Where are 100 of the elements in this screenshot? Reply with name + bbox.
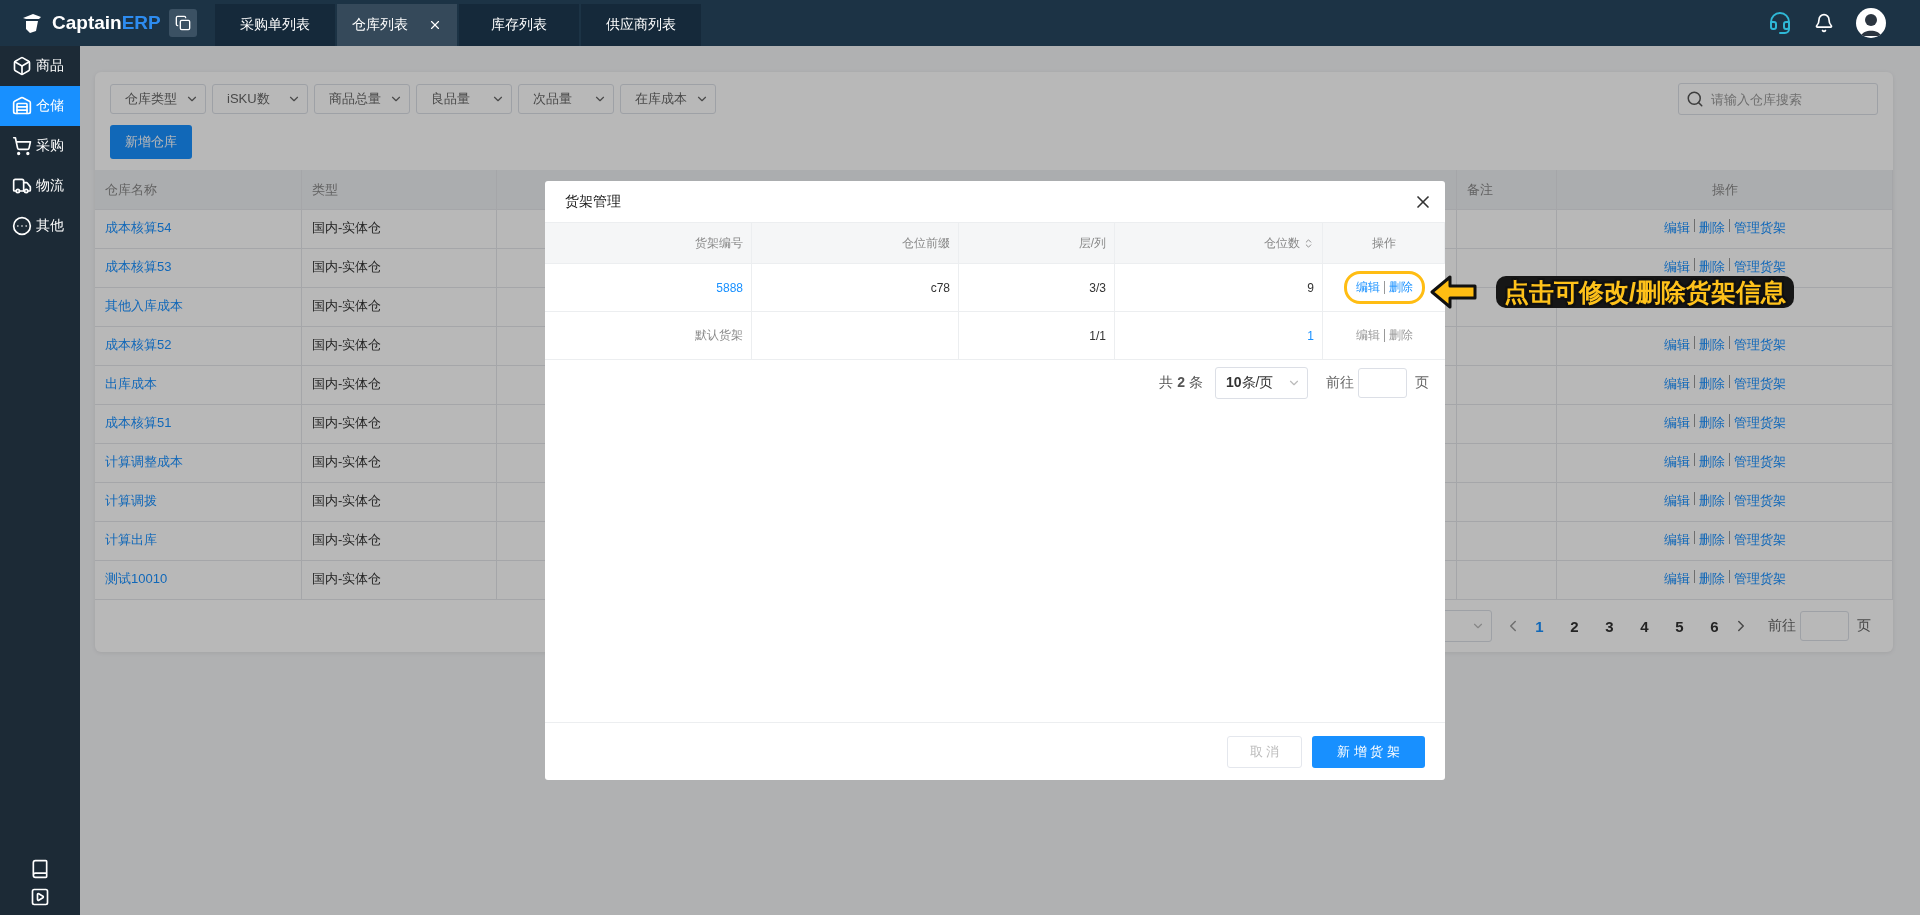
close-icon[interactable]	[428, 18, 442, 32]
row-action-link[interactable]: 编辑	[1663, 414, 1690, 432]
row-action-link[interactable]: 删除	[1388, 279, 1413, 296]
warehouse-name-link[interactable]: 成本核算53	[105, 258, 172, 276]
warehouse-name-link[interactable]: 计算调拨	[105, 492, 157, 510]
row-action-link[interactable]: 管理货架	[1733, 375, 1786, 393]
row-action-link[interactable]: 删除	[1698, 492, 1725, 510]
row-action-link[interactable]: 删除	[1698, 453, 1725, 471]
page-number[interactable]: 4	[1627, 617, 1662, 635]
more-icon	[12, 216, 32, 236]
page-number[interactable]: 2	[1557, 617, 1592, 635]
warehouse-name-link[interactable]: 其他入库成本	[105, 297, 183, 315]
notification-icon[interactable]	[1814, 13, 1834, 33]
video-icon[interactable]	[30, 887, 50, 907]
table-cell: c78	[930, 280, 950, 295]
filter-dropdown[interactable]: 次品量	[518, 84, 614, 114]
sidebar-item[interactable]: 物流	[0, 166, 80, 206]
table-cell: 3/3	[1089, 280, 1106, 295]
row-action-link[interactable]: 删除	[1698, 531, 1725, 549]
total-count: 共 2 条	[1159, 374, 1203, 392]
row-action-link[interactable]: 删除	[1698, 570, 1725, 588]
page-tab[interactable]: 采购单列表	[215, 4, 335, 46]
row-action-link[interactable]: 管理货架	[1733, 219, 1786, 237]
row-action-link[interactable]: 删除	[1698, 336, 1725, 354]
row-action-link[interactable]: 管理货架	[1733, 531, 1786, 549]
row-action-link[interactable]: 管理货架	[1733, 492, 1786, 510]
dialog-title: 货架管理	[565, 192, 621, 211]
filter-dropdown[interactable]: 仓库类型	[110, 84, 206, 114]
row-action-link[interactable]: 删除	[1698, 258, 1725, 276]
row-action-link[interactable]: 编辑	[1355, 279, 1380, 296]
row-action-link[interactable]: 编辑	[1663, 336, 1690, 354]
support-icon[interactable]	[1768, 11, 1792, 35]
row-action-link[interactable]: 管理货架	[1733, 453, 1786, 471]
warehouse-name-link[interactable]: 成本核算54	[105, 219, 172, 237]
goto-page-field[interactable]	[1800, 611, 1849, 641]
sidebar-item[interactable]: 采购	[0, 126, 80, 166]
row-action-link[interactable]: 删除	[1698, 414, 1725, 432]
warehouse-name-link[interactable]: 测试10010	[105, 570, 168, 588]
row-action-link[interactable]: 管理货架	[1733, 570, 1786, 588]
filter-dropdown[interactable]: 良品量	[416, 84, 512, 114]
add-warehouse-button[interactable]: 新增仓库	[110, 125, 192, 159]
page-number[interactable]: 1	[1522, 617, 1557, 635]
page-tab[interactable]: 供应商列表	[581, 4, 701, 46]
row-action-link[interactable]: 编辑	[1663, 531, 1690, 549]
row-action-link[interactable]: 管理货架	[1733, 336, 1786, 354]
row-action-link[interactable]: 编辑	[1663, 570, 1690, 588]
warehouse-name-link[interactable]: 成本核算51	[105, 414, 172, 432]
page-number[interactable]: 6	[1697, 617, 1732, 635]
page-size-select[interactable]: 10条/页	[1215, 367, 1308, 399]
table-cell: 国内-实体仓	[302, 249, 497, 288]
page-number[interactable]: 3	[1592, 617, 1627, 635]
table-cell: 国内-实体仓	[302, 210, 497, 249]
table-cell: 国内-实体仓	[302, 405, 497, 444]
shelf-link[interactable]: 5888	[716, 280, 743, 295]
row-action-link[interactable]: 删除	[1698, 375, 1725, 393]
page-number[interactable]: 5	[1662, 617, 1697, 635]
row-action-link[interactable]: 删除	[1698, 219, 1725, 237]
add-shelf-button[interactable]: 新 增 货 架	[1312, 735, 1425, 768]
page-tab[interactable]: 库存列表	[459, 4, 579, 46]
search-field[interactable]: 请输入仓库搜索	[1678, 83, 1878, 115]
row-action-link[interactable]: 管理货架	[1733, 258, 1786, 276]
table-cell: 国内-实体仓	[302, 288, 497, 327]
filter-dropdown[interactable]: 商品总量	[314, 84, 410, 114]
goto-page-field[interactable]	[1358, 368, 1407, 398]
table-cell: 国内-实体仓	[302, 327, 497, 366]
window-switch-button[interactable]	[168, 9, 197, 37]
avatar[interactable]	[1856, 8, 1886, 38]
filter-dropdown[interactable]: 在库成本	[620, 84, 716, 114]
row-action-link[interactable]: 编辑	[1663, 375, 1690, 393]
row-action-link[interactable]: 管理货架	[1733, 414, 1786, 432]
row-action-link[interactable]: 编辑	[1663, 453, 1690, 471]
sidebar-item[interactable]: 仓储	[0, 86, 80, 126]
column-header: 层/列	[959, 222, 1115, 264]
sidebar-item[interactable]: 其他	[0, 206, 80, 246]
search-icon	[1686, 90, 1704, 108]
filter-dropdown[interactable]: iSKU数	[212, 84, 308, 114]
goto-unit: 页	[1857, 617, 1871, 635]
slot-count-link[interactable]: 1	[1307, 328, 1314, 343]
book-icon[interactable]	[30, 859, 50, 879]
row-action-link[interactable]: 编辑	[1663, 492, 1690, 510]
arrow-icon	[1430, 274, 1478, 310]
warehouse-icon	[12, 96, 32, 116]
warehouse-name-link[interactable]: 出库成本	[105, 375, 157, 393]
column-header: 操作	[1323, 222, 1445, 264]
row-action-link[interactable]: 编辑	[1663, 258, 1690, 276]
table-cell: 国内-实体仓	[302, 483, 497, 522]
row-action-link[interactable]: 编辑	[1663, 219, 1690, 237]
copy-icon	[174, 15, 191, 31]
warehouse-name-link[interactable]: 计算调整成本	[105, 453, 183, 471]
warehouse-name-link[interactable]: 成本核算52	[105, 336, 172, 354]
page-tab[interactable]: 仓库列表	[337, 4, 457, 46]
sidebar-item[interactable]: 商品	[0, 46, 80, 86]
column-header[interactable]: 仓位数	[1115, 222, 1323, 264]
column-header: 类型	[302, 170, 497, 210]
warehouse-name-link[interactable]: 计算出库	[105, 531, 157, 549]
table-cell: 国内-实体仓	[302, 444, 497, 483]
table-cell: 国内-实体仓	[302, 522, 497, 561]
goto-unit: 页	[1415, 374, 1429, 392]
column-header: 货架编号	[545, 222, 752, 264]
logo-text: CaptainERP	[52, 12, 161, 34]
